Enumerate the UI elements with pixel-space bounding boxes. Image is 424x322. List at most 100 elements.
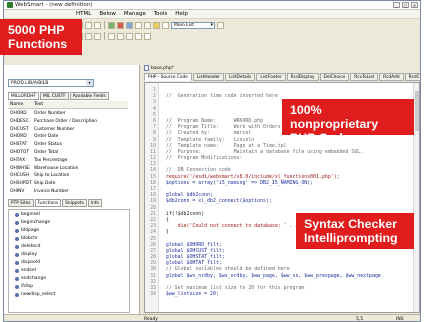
function-icon: [15, 237, 19, 241]
copy-icon[interactable]: [135, 21, 142, 29]
table-row[interactable]: OHORD Order Date: [8, 133, 128, 141]
tab-functions[interactable]: Functions: [34, 199, 62, 207]
compile-icon[interactable]: [108, 21, 115, 29]
redo-icon[interactable]: [94, 21, 101, 29]
function-icon: [15, 285, 19, 289]
close-button[interactable]: ×: [411, 2, 418, 8]
table-row[interactable]: OHINV Invoice Number: [8, 188, 128, 196]
field-text: Order Date: [34, 134, 59, 140]
chevron-down-icon[interactable]: ▾: [86, 80, 93, 86]
line-number: 34: [150, 291, 156, 298]
table-row[interactable]: OHTAX Tax Percentage: [8, 157, 128, 165]
editor-tab[interactable]: RcdDisplay: [286, 73, 319, 81]
library-select[interactable]: PROD.LIB/A/BILB ▾: [8, 79, 94, 87]
replace-icon[interactable]: [126, 32, 133, 40]
list-item[interactable]: blobchr: [12, 235, 126, 243]
run-icon[interactable]: [126, 21, 133, 29]
maximize-button[interactable]: □: [402, 2, 409, 8]
tab-available-fields[interactable]: Available Fields: [69, 92, 109, 100]
document-tab[interactable]: base.php*: [144, 64, 174, 72]
tab-ptp-sites[interactable]: PTP Sites: [8, 199, 34, 207]
field-text: Order Number: [34, 111, 66, 116]
table-row[interactable]: OHSTAT Order Status: [8, 141, 128, 149]
function-label: bldpage: [21, 228, 40, 233]
preview-icon[interactable]: [144, 32, 151, 40]
help-icon[interactable]: [162, 21, 169, 29]
editor-tab[interactable]: RcvToList: [350, 73, 379, 81]
function-icon: [15, 277, 19, 281]
settings-icon[interactable]: [217, 21, 224, 29]
menu-below[interactable]: Below: [99, 11, 116, 17]
function-label: display: [21, 252, 37, 257]
function-label: deletecd: [21, 244, 41, 249]
menu-bar: HTML Below Manage Tools Help: [4, 10, 420, 19]
function-icon: [15, 269, 19, 273]
list-item[interactable]: bldpage: [12, 227, 126, 235]
list-item[interactable]: endsel: [12, 267, 126, 275]
list-item[interactable]: beginchange: [12, 219, 126, 227]
bookmark-icon[interactable]: [108, 32, 115, 40]
minimize-button[interactable]: _: [393, 2, 400, 8]
list-item[interactable]: endchange: [12, 275, 126, 283]
menu-html[interactable]: HTML: [76, 11, 91, 17]
function-label: newdisp_select: [21, 292, 56, 297]
tab-millordhf[interactable]: MILLORDHF: [8, 92, 39, 100]
format-toolbar: [76, 31, 151, 41]
field-name: OHORD: [10, 134, 27, 140]
print-icon[interactable]: [135, 32, 142, 40]
field-name: OHORD: [10, 111, 27, 116]
function-icon: [15, 293, 19, 297]
editor-tab[interactable]: RcdChange: [404, 73, 420, 81]
menu-help[interactable]: Help: [175, 11, 188, 17]
list-item[interactable]: beginsel: [12, 211, 126, 219]
editor-tab[interactable]: ListFooter: [256, 73, 286, 81]
menu-tools[interactable]: Tools: [154, 11, 168, 17]
menu-manage[interactable]: Manage: [124, 11, 146, 17]
search-icon[interactable]: [117, 32, 124, 40]
table-row[interactable]: OHCUST Customer Number: [8, 126, 128, 134]
list-item[interactable]: newdisp_select: [12, 291, 126, 299]
stop-icon[interactable]: [117, 21, 124, 29]
field-text: Invoice Number: [34, 188, 69, 194]
editor-tab[interactable]: RcdAdd: [379, 73, 404, 81]
editor-tab[interactable]: ListDetails: [225, 73, 256, 81]
toolbar-divider: [104, 32, 105, 40]
table-row[interactable]: OHCUSH Ship to Location: [8, 172, 128, 180]
list-item[interactable]: ifdisp: [12, 283, 126, 291]
folder-icon[interactable]: [153, 21, 160, 29]
function-label: ifdisp: [21, 284, 34, 289]
table-row[interactable]: OHORD Order Number: [8, 110, 128, 118]
line-text: global $ws_nrdby, $ws_ordby, $ww_page, $…: [160, 272, 381, 279]
editor-tab[interactable]: PHP - Source Code: [144, 73, 192, 81]
line-text: // Generation time code inserted here: [160, 93, 278, 100]
field-text: Ship Date: [34, 181, 56, 187]
line-text: $db2conn = xl_db2_connect($options);: [160, 198, 272, 205]
field-name: OHTAX: [10, 157, 26, 163]
editor-tab[interactable]: ListHeader: [192, 73, 224, 81]
table-row[interactable]: OHOTOT Order Total: [8, 149, 128, 157]
function-label: dispoold: [21, 260, 40, 265]
table-row[interactable]: OHSHPDT Ship Date: [8, 180, 128, 188]
editor-tab[interactable]: DelChoice: [319, 73, 350, 81]
tab-snippets[interactable]: Snippets: [62, 199, 87, 207]
table-row[interactable]: OHWHSE Warehouse Location: [8, 165, 128, 173]
paste-icon[interactable]: [144, 21, 151, 29]
status-bar: Ready 5,5 INS: [4, 314, 420, 321]
table-row[interactable]: OHDESC Purchase Order / Description: [8, 118, 128, 126]
file-tabs: MILLORDHF MIL CUSTF Available Fields: [8, 92, 109, 100]
column-name: Name: [10, 102, 24, 107]
mode-select[interactable]: Main List: [171, 21, 215, 29]
tab-info[interactable]: Info: [87, 199, 102, 207]
window-controls: _ □ ×: [393, 2, 418, 8]
list-item[interactable]: deletecd: [12, 243, 126, 251]
fields-header: Name Text: [8, 101, 128, 109]
undo-icon[interactable]: [85, 21, 92, 29]
scroll-thumb[interactable]: [415, 91, 419, 131]
tab-milcustf[interactable]: MIL CUSTF: [40, 92, 69, 100]
list-item[interactable]: dispoold: [12, 259, 126, 267]
column-text: Text: [34, 102, 44, 107]
list-item[interactable]: display: [12, 251, 126, 259]
field-text: Ship to Location: [34, 173, 70, 179]
align-icon[interactable]: [85, 32, 92, 40]
indent-icon[interactable]: [94, 32, 101, 40]
